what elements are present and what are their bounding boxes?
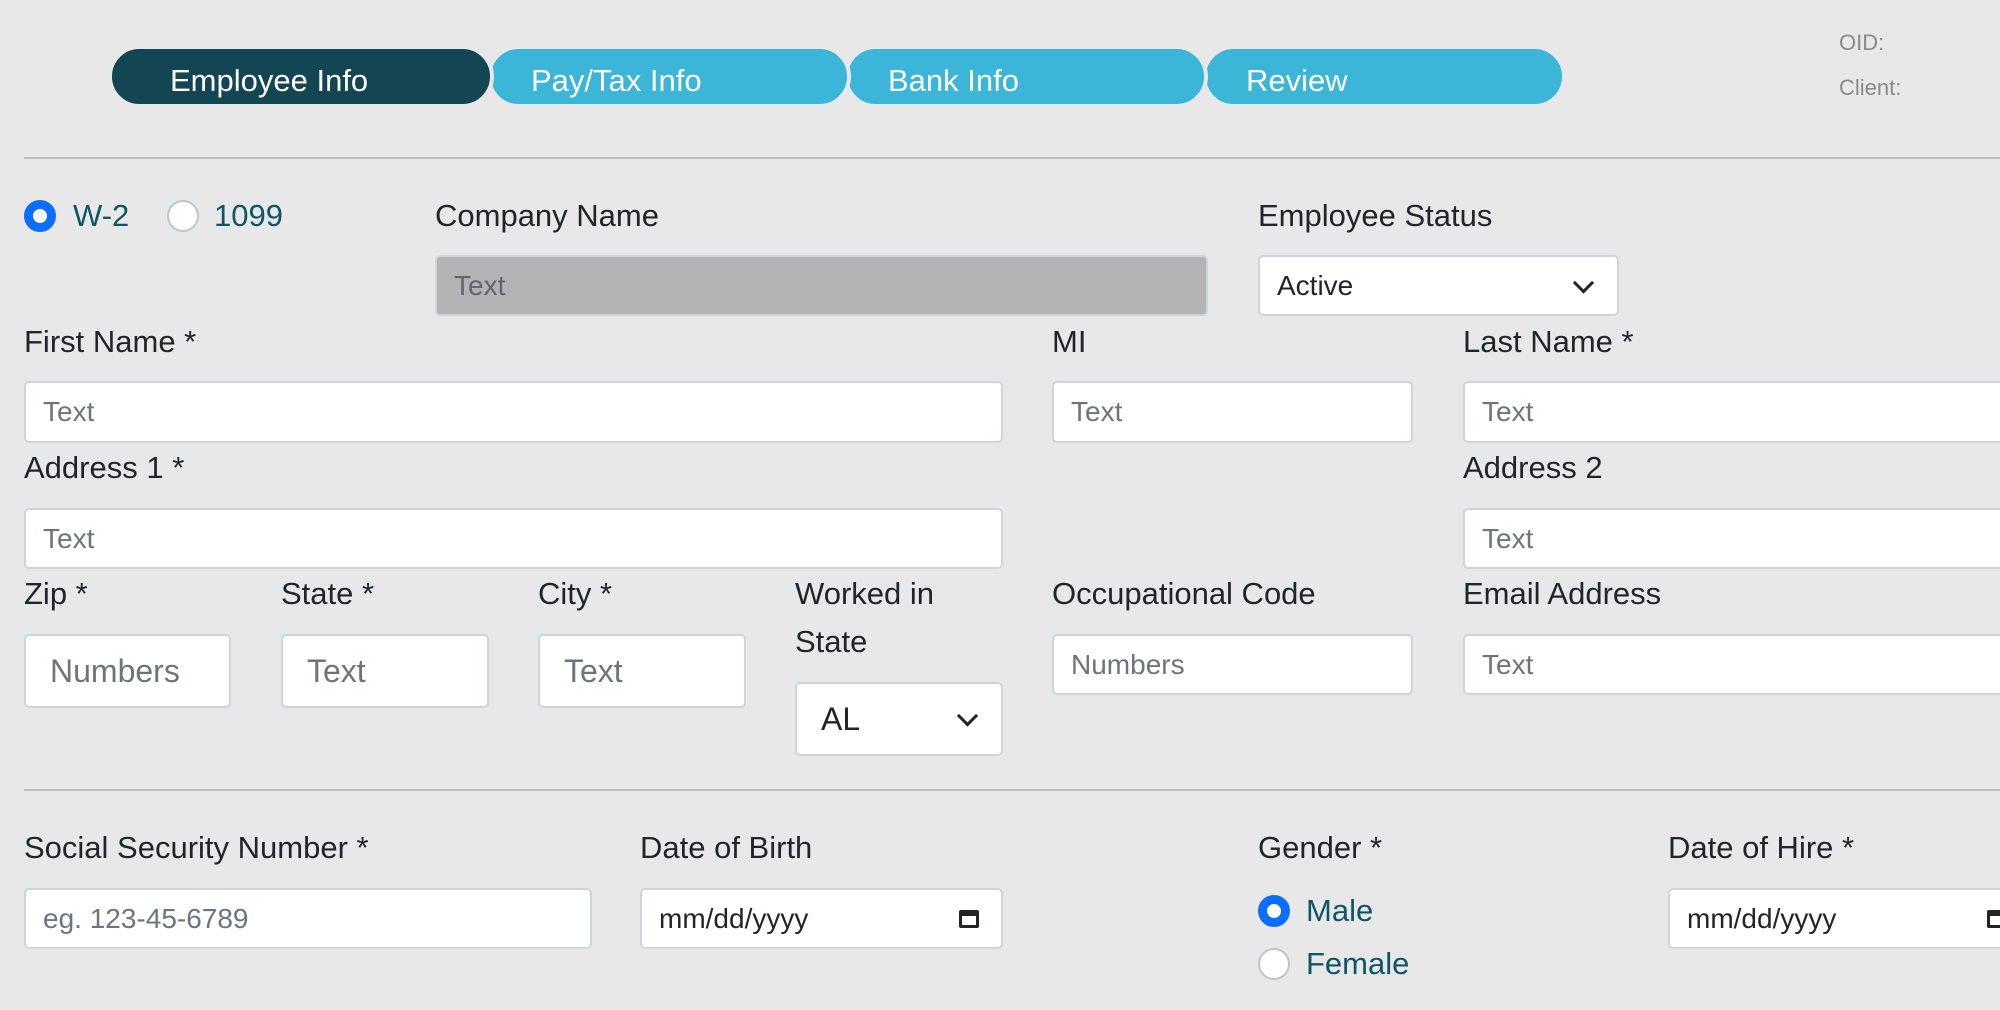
- email-input[interactable]: Text: [1463, 634, 2000, 695]
- gender-label: Gender *: [1258, 830, 1383, 865]
- radio-male-label[interactable]: Male: [1306, 892, 1373, 930]
- state-input[interactable]: Text: [281, 634, 489, 708]
- divider: [24, 789, 2000, 791]
- hire-date-label: Date of Hire *: [1668, 830, 1855, 865]
- radio-w2-label[interactable]: W-2: [73, 197, 129, 235]
- company-name-label: Company Name: [435, 198, 659, 233]
- placeholder: Text: [564, 652, 623, 689]
- radio-w2[interactable]: [24, 200, 56, 232]
- ssn-input[interactable]: eg. 123-45-6789: [24, 888, 592, 949]
- ssn-label: Social Security Number *: [24, 830, 369, 865]
- hire-date-input[interactable]: mm/dd/yyyy: [1668, 888, 2000, 949]
- client-label: Client:: [1839, 75, 1902, 100]
- radio-female-label[interactable]: Female: [1306, 945, 1409, 983]
- divider: [24, 157, 2000, 159]
- address2-label: Address 2: [1463, 450, 1603, 485]
- date-value: mm/dd/yyyy: [1687, 902, 1837, 934]
- radio-male[interactable]: [1258, 895, 1290, 927]
- city-input[interactable]: Text: [538, 634, 746, 708]
- radio-1099[interactable]: [167, 200, 199, 232]
- placeholder: Text: [1482, 522, 1534, 554]
- step-label: Review: [1246, 63, 1348, 98]
- placeholder: Text: [307, 652, 366, 689]
- placeholder: Text: [1482, 396, 1534, 427]
- chevron-down-icon: [1572, 271, 1595, 294]
- city-label: City *: [538, 576, 613, 611]
- address2-input[interactable]: Text: [1463, 508, 2000, 569]
- chevron-down-icon: [956, 705, 979, 727]
- first-name-label: First Name *: [24, 324, 197, 359]
- step-review[interactable]: Review: [1202, 45, 1566, 108]
- step-employee-info[interactable]: Employee Info: [108, 45, 494, 108]
- worked-in-state-select[interactable]: AL: [795, 682, 1003, 756]
- step-label: Bank Info: [888, 63, 1019, 98]
- date-value: mm/dd/yyyy: [659, 902, 809, 934]
- step-bank-info[interactable]: Bank Info: [844, 45, 1208, 108]
- selected-value: Active: [1277, 269, 1354, 301]
- placeholder: Numbers: [1071, 648, 1185, 680]
- placeholder: eg. 123-45-6789: [43, 902, 249, 934]
- radio-1099-label[interactable]: 1099: [214, 197, 283, 235]
- calendar-icon[interactable]: [959, 909, 979, 928]
- step-label: Pay/Tax Info: [531, 63, 702, 98]
- first-name-input[interactable]: Text: [24, 381, 1003, 443]
- dob-label: Date of Birth: [640, 830, 813, 865]
- company-name-input: Text: [435, 255, 1208, 316]
- worked-in-state-label-line2: State: [795, 624, 868, 659]
- worked-in-state-label: Worked in: [795, 576, 934, 611]
- calendar-icon[interactable]: [1987, 909, 2000, 928]
- placeholder: Text: [1482, 648, 1534, 680]
- placeholder: Text: [43, 522, 95, 554]
- address1-label: Address 1 *: [24, 450, 185, 485]
- employee-status-select[interactable]: Active: [1258, 255, 1619, 316]
- placeholder: Text: [1071, 396, 1123, 427]
- placeholder: Numbers: [50, 652, 180, 689]
- selected-value: AL: [821, 700, 861, 737]
- zip-input[interactable]: Numbers: [24, 634, 231, 708]
- zip-label: Zip *: [24, 576, 88, 611]
- oid-label: OID:: [1839, 30, 1885, 55]
- last-name-label: Last Name *: [1463, 324, 1634, 359]
- employee-status-label: Employee Status: [1258, 198, 1493, 233]
- occupational-code-input[interactable]: Numbers: [1052, 634, 1413, 695]
- dob-input[interactable]: mm/dd/yyyy: [640, 888, 1003, 949]
- address1-input[interactable]: Text: [24, 508, 1003, 569]
- mi-label: MI: [1052, 324, 1087, 359]
- placeholder: Text: [454, 269, 506, 301]
- step-pay-tax-info[interactable]: Pay/Tax Info: [487, 45, 851, 108]
- mi-input[interactable]: Text: [1052, 381, 1413, 443]
- state-label: State *: [281, 576, 375, 611]
- last-name-input[interactable]: Text: [1463, 381, 2000, 443]
- email-label: Email Address: [1463, 576, 1662, 611]
- step-label: Employee Info: [170, 63, 369, 98]
- radio-female[interactable]: [1258, 948, 1290, 980]
- placeholder: Text: [43, 396, 95, 427]
- occupational-code-label: Occupational Code: [1052, 576, 1316, 611]
